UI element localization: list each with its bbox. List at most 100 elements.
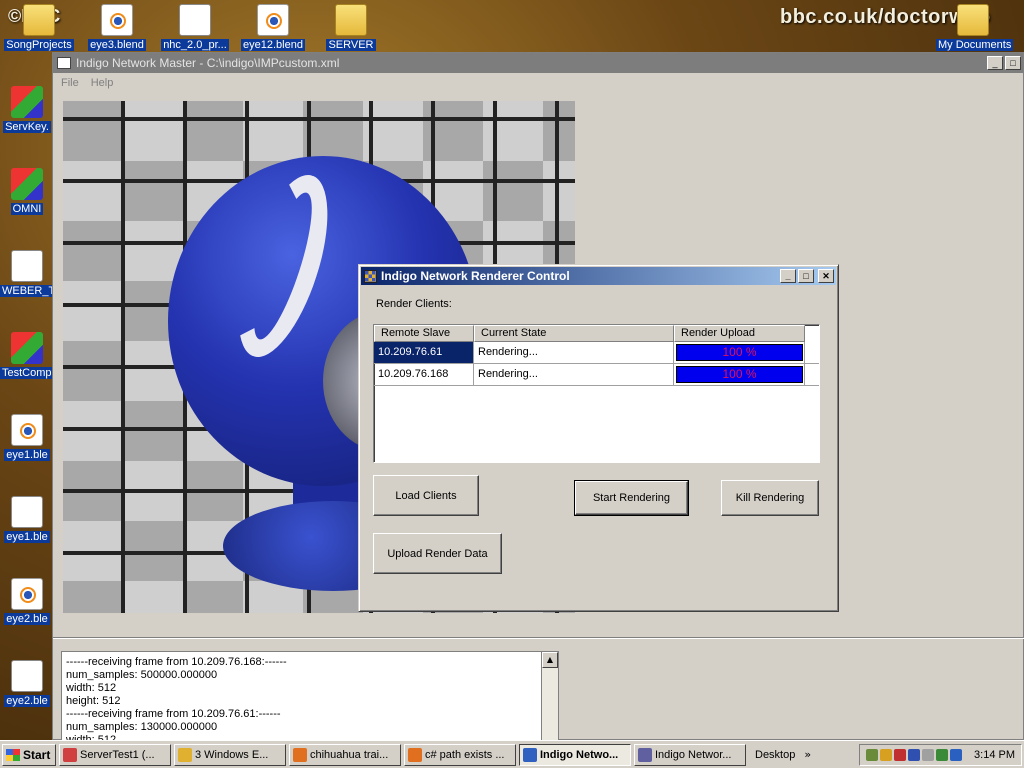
dialog-titlebar[interactable]: Indigo Network Renderer Control _ □ ✕ [361,267,836,285]
renderer-control-dialog: Indigo Network Renderer Control _ □ ✕ Re… [358,264,839,612]
column-remote-slave[interactable]: Remote Slave [374,325,474,342]
task-app-icon [178,747,192,762]
desktop-icon[interactable]: WEBER_T [0,250,58,297]
tray-network-icon[interactable] [866,748,879,761]
state-cell: Rendering... [474,342,674,363]
tray-app-icon[interactable] [880,748,893,761]
desktop-icon[interactable]: eye1.ble [0,496,54,543]
log-line: num_samples: 500000.000000 [66,669,218,681]
desktop-icon-label: eye2.ble [4,695,50,707]
load-clients-button[interactable]: Load Clients [373,475,479,516]
clock[interactable]: 3:14 PM [974,749,1015,761]
doc-icon [179,4,211,36]
dialog-minimize-button[interactable]: _ [780,269,796,283]
taskbar-button[interactable]: Indigo Netwo... [519,743,631,766]
task-buttons: ServerTest1 (... 3 Windows E... chihuahua … [59,743,746,766]
main-titlebar[interactable]: Indigo Network Master - C:\indigo\IMPcus… [53,53,1023,73]
client-row[interactable]: 10.209.76.61 Rendering... 100 % [374,342,819,364]
column-current-state[interactable]: Current State [474,325,674,342]
kill-rendering-button[interactable]: Kill Rendering [721,480,819,516]
dialog-close-button[interactable]: ✕ [818,269,834,283]
taskbar-button[interactable]: Indigo Networ... [634,743,746,766]
desktop-icon[interactable]: eye2.ble [0,660,54,707]
slave-cell[interactable]: 10.209.76.61 [374,342,474,363]
desktop-icon[interactable]: SongProjects [2,4,76,51]
slave-cell[interactable]: 10.209.76.168 [374,364,474,385]
desktop-icon[interactable]: ServKey. [0,86,54,133]
blend-icon [257,4,289,36]
taskbar-button[interactable]: c# path exists ... [404,743,516,766]
task-label: chihuahua trai... [310,748,389,761]
desktop-icon-label: eye12.blend [241,39,305,51]
taskbar: Start ServerTest1 (... 3 Windows E... chih… [0,740,1024,768]
main-window-title: Indigo Network Master - C:\indigo\IMPcus… [76,56,340,70]
tray-misc-icon[interactable] [922,748,935,761]
column-render-upload[interactable]: Render Upload [674,325,805,342]
client-row[interactable]: 10.209.76.168 Rendering... 100 % [374,364,819,386]
log-scrollbar[interactable]: ▲ [541,651,559,741]
menu-file[interactable]: File [61,77,79,89]
upload-progress-bar: 100 % [676,366,803,383]
start-label: Start [23,747,51,762]
desktop-icon-label: eye3.blend [88,39,146,51]
maximize-button[interactable]: □ [1005,56,1021,70]
dialog-maximize-button[interactable]: □ [798,269,814,283]
desktop-icon[interactable]: My Documents [936,4,1014,51]
task-app-icon [638,747,652,762]
task-label: c# path exists ... [425,748,505,761]
task-label: Indigo Networ... [655,748,732,761]
dialog-title: Indigo Network Renderer Control [381,269,570,283]
taskbar-button[interactable]: chihuahua trai... [289,743,401,766]
window-icon [57,57,71,69]
task-app-icon [63,747,77,762]
render-clients-list[interactable]: Remote Slave Current State Render Upload… [373,324,820,463]
desktop-icon-label: ServKey. [3,121,51,133]
task-label: 3 Windows E... [195,748,269,761]
output-log[interactable]: ------receiving frame from 10.209.76.168… [61,651,559,741]
doc-icon [11,496,43,528]
tray-update-icon[interactable] [936,748,949,761]
taskbar-button[interactable]: 3 Windows E... [174,743,286,766]
folder-icon [23,4,55,36]
desktop-icon-label: WEBER_T [0,285,58,297]
blend-icon [11,414,43,446]
minimize-button[interactable]: _ [987,56,1003,70]
tray-security-icon[interactable] [894,748,907,761]
desktop-icon[interactable]: eye3.blend [80,4,154,51]
tray-volume-icon[interactable] [908,748,921,761]
upload-render-data-button[interactable]: Upload Render Data [373,533,502,574]
desktop-icon[interactable]: eye2.ble [0,578,54,625]
desktop-icon[interactable]: SERVER [314,4,388,51]
desktop-icon[interactable]: eye1.ble [0,414,54,461]
desktop-icon[interactable]: nhc_2.0_pr... [158,4,232,51]
doc-icon [11,250,43,282]
log-line: ------receiving frame from 10.209.76.168… [66,656,287,668]
upload-cell: 100 % [674,364,805,385]
desktop-icon-label: My Documents [936,39,1014,51]
toolbar-overflow-chevron-icon[interactable]: » [804,748,811,761]
desktop-icon[interactable]: OMNI [0,168,54,215]
task-app-icon [408,747,422,762]
splitter[interactable] [53,637,1024,639]
tray-search-icon[interactable] [950,748,963,761]
state-cell: Rendering... [474,364,674,385]
taskbar-button[interactable]: ServerTest1 (... [59,743,171,766]
log-line: width: 512 [66,682,117,694]
desktop-icon-label: eye2.ble [4,613,50,625]
misc-icon [11,168,43,200]
desktop-icon-label: eye1.ble [4,449,50,461]
task-label: Indigo Netwo... [540,748,619,761]
task-label: ServerTest1 (... [80,748,155,761]
task-app-icon [293,747,307,762]
desktop-icon[interactable]: TestComp 6 [0,332,63,379]
menu-help[interactable]: Help [91,77,114,89]
desktop-icon[interactable]: eye12.blend [236,4,310,51]
start-rendering-button[interactable]: Start Rendering [574,480,689,516]
start-button[interactable]: Start [2,743,56,766]
dialog-app-icon [364,269,377,283]
windows-flag-icon [6,748,20,761]
desktop-toolbar-label[interactable]: Desktop [755,749,795,761]
scroll-up-icon[interactable]: ▲ [542,652,558,668]
folder-icon [335,4,367,36]
desktop-icon-label: OMNI [10,203,44,215]
